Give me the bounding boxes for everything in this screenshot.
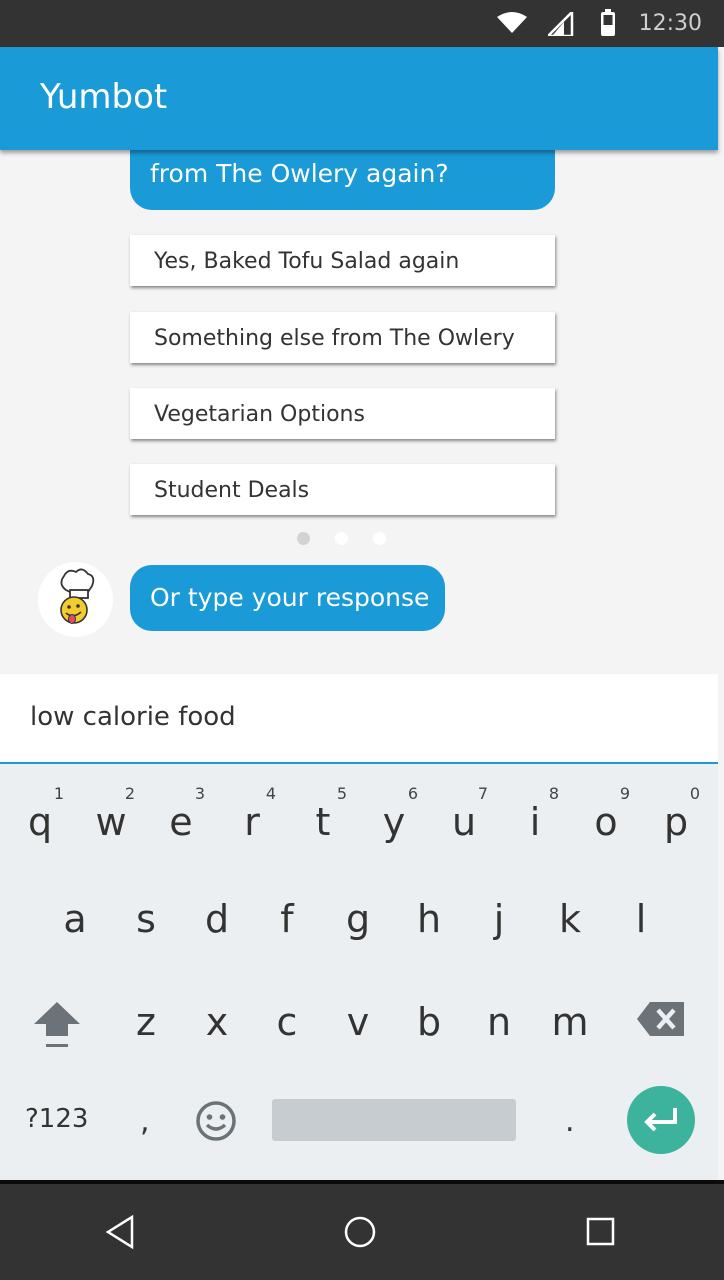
key-label: w [95, 800, 127, 844]
app-title: Yumbot [40, 77, 168, 117]
key-label: t [315, 800, 331, 844]
navigation-bar [0, 1184, 724, 1280]
enter-button[interactable] [627, 1086, 695, 1154]
symbols-key[interactable]: ?123 [25, 1104, 88, 1134]
key-number-hint: 7 [477, 784, 488, 803]
key-x[interactable]: x [187, 1000, 247, 1044]
enter-icon [644, 1108, 677, 1132]
chat-area[interactable]: from The Owlery again? Yes, Baked Tofu S… [0, 150, 718, 674]
key-a[interactable]: a [45, 897, 105, 941]
key-number-hint: 1 [53, 784, 64, 803]
key-label: r [244, 800, 260, 844]
key-m[interactable]: m [540, 1000, 600, 1044]
home-icon[interactable] [343, 1215, 377, 1249]
key-k[interactable]: k [540, 897, 600, 941]
key-f[interactable]: f [257, 897, 317, 941]
key-number-hint: 3 [194, 784, 205, 803]
key-l[interactable]: l [611, 897, 671, 941]
key-j[interactable]: j [469, 897, 529, 941]
status-bar: 12:30 [0, 0, 724, 47]
key-number-hint: 2 [124, 784, 135, 803]
prompt-bubble: Or type your response [130, 565, 446, 631]
soft-keyboard: 1q 2w 3e 4r 5t 6y 7u 8i 9o 0p a s d f g … [0, 764, 718, 1180]
bot-message-bubble: from The Owlery again? [130, 150, 555, 210]
prompt-bubble-text: Or type your response [150, 583, 430, 612]
key-g[interactable]: g [328, 897, 388, 941]
key-h[interactable]: h [399, 897, 459, 941]
back-icon[interactable] [104, 1214, 136, 1250]
key-label: p [663, 800, 689, 844]
quick-reply-option[interactable]: Vegetarian Options [130, 388, 555, 439]
message-input[interactable]: low calorie food [0, 674, 718, 764]
key-t[interactable]: 5t [293, 784, 353, 844]
key-label: o [594, 800, 618, 844]
wifi-icon [497, 12, 527, 33]
page-dot [297, 532, 310, 545]
key-c[interactable]: c [257, 1000, 317, 1044]
key-number-hint: 4 [265, 784, 276, 803]
key-b[interactable]: b [399, 1000, 459, 1044]
key-number-hint: 6 [407, 784, 418, 803]
app-bar: Yumbot [0, 47, 718, 150]
key-number-hint: 0 [689, 784, 700, 803]
key-label: y [382, 800, 406, 844]
page-dot-active [335, 532, 348, 545]
key-q[interactable]: 1q [10, 784, 70, 844]
key-number-hint: 8 [548, 784, 559, 803]
shift-icon[interactable] [32, 1000, 82, 1050]
status-time: 12:30 [638, 11, 702, 36]
key-number-hint: 9 [619, 784, 630, 803]
chef-smiley-icon [60, 568, 95, 624]
space-bar[interactable] [272, 1099, 516, 1141]
comma-key[interactable]: , [140, 1104, 150, 1139]
key-label: i [529, 800, 541, 844]
key-i[interactable]: 8i [505, 784, 565, 844]
period-key[interactable]: . [565, 1104, 575, 1139]
key-p[interactable]: 0p [646, 784, 706, 844]
quick-reply-option[interactable]: Student Deals [130, 464, 555, 515]
cell-signal-icon [548, 12, 574, 36]
recents-icon[interactable] [586, 1217, 616, 1247]
bot-message-text: from The Owlery again? [150, 159, 449, 188]
quick-reply-option[interactable]: Yes, Baked Tofu Salad again [130, 235, 555, 286]
message-input-value[interactable]: low calorie food [30, 702, 236, 732]
key-e[interactable]: 3e [151, 784, 211, 844]
quick-reply-option[interactable]: Something else from The Owlery [130, 312, 555, 363]
backspace-icon[interactable] [636, 1000, 686, 1038]
battery-icon [601, 9, 615, 36]
emoji-icon[interactable] [195, 1100, 237, 1142]
key-number-hint: 5 [336, 784, 347, 803]
key-z[interactable]: z [116, 1000, 176, 1044]
key-o[interactable]: 9o [576, 784, 636, 844]
key-d[interactable]: d [187, 897, 247, 941]
key-s[interactable]: s [116, 897, 176, 941]
key-u[interactable]: 7u [434, 784, 494, 844]
key-r[interactable]: 4r [222, 784, 282, 844]
key-label: e [169, 800, 193, 844]
bot-avatar [38, 562, 113, 637]
key-w[interactable]: 2w [81, 784, 141, 844]
key-v[interactable]: v [328, 1000, 388, 1044]
key-label: q [27, 800, 53, 844]
key-n[interactable]: n [469, 1000, 529, 1044]
key-y[interactable]: 6y [364, 784, 424, 844]
page-dot [373, 532, 386, 545]
key-label: u [451, 800, 477, 844]
